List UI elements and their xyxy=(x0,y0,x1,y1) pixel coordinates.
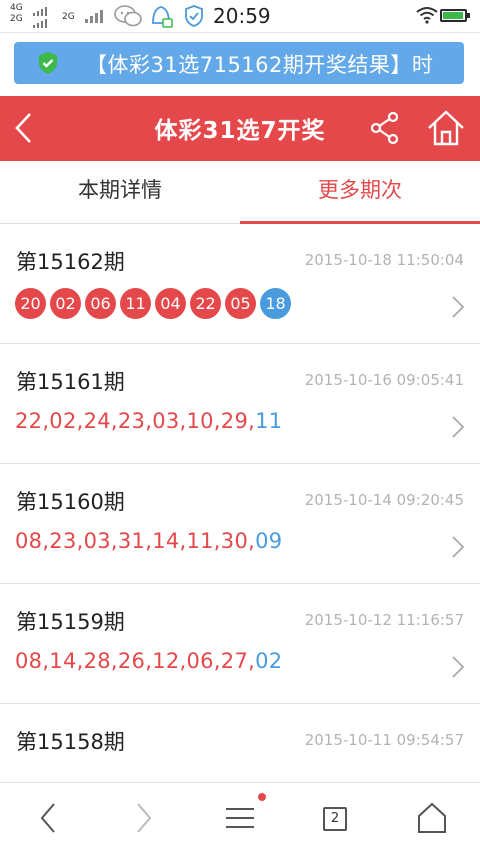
draw-time: 2015-10-11 09:54:57 xyxy=(304,731,464,749)
draw-period: 第15162期 xyxy=(16,250,125,274)
home-nav-icon[interactable] xyxy=(416,801,448,839)
draw-numbers: 22,02,24,23,03,10,29,11 xyxy=(15,409,282,433)
draw-number-balls: 20 02 06 11 04 22 05 18 xyxy=(15,288,295,319)
draw-time: 2015-10-12 11:16:57 xyxy=(304,611,464,629)
back-icon[interactable] xyxy=(36,801,60,839)
notification-banner[interactable]: 【体彩31选715162期开奖结果】时 xyxy=(14,42,464,84)
home-icon[interactable] xyxy=(426,108,466,152)
status-bar: 4G 2G 2G 20:59 xyxy=(0,0,480,33)
tab-more-periods[interactable]: 更多期次 xyxy=(240,161,480,224)
draw-period: 第15160期 xyxy=(16,490,125,514)
notification-app-icon xyxy=(148,3,174,33)
draw-period: 第15158期 xyxy=(16,730,125,754)
wifi-icon xyxy=(416,6,438,28)
draw-period: 第15161期 xyxy=(16,370,125,394)
bottom-nav: 2 xyxy=(0,782,480,855)
chevron-right-icon xyxy=(450,654,466,684)
list-item[interactable]: 第15161期 2015-10-16 09:05:41 22,02,24,23,… xyxy=(0,344,480,464)
clock: 20:59 xyxy=(213,4,271,28)
red-numbers: 22,02,24,23,03,10,29, xyxy=(15,409,256,433)
tab-bar: 本期详情 更多期次 xyxy=(0,161,480,224)
chevron-right-icon xyxy=(450,414,466,444)
red-ball: 02 xyxy=(50,288,81,319)
battery-icon xyxy=(440,9,470,22)
page-title: 体彩31选7开奖 xyxy=(154,118,326,144)
blue-number: 11 xyxy=(255,409,283,433)
red-ball: 04 xyxy=(155,288,186,319)
menu-notification-dot xyxy=(258,793,266,801)
signal-sim2: 2G xyxy=(62,12,75,23)
network-type-label-3: 2G xyxy=(62,12,75,22)
chevron-right-icon xyxy=(450,294,466,324)
blue-number: 02 xyxy=(255,649,283,673)
draw-time: 2015-10-18 11:50:04 xyxy=(304,251,464,269)
red-ball: 22 xyxy=(190,288,221,319)
banner-text: 【体彩31选715162期开奖结果】时 xyxy=(86,53,434,77)
blue-number: 09 xyxy=(255,529,283,553)
red-numbers: 08,23,03,31,14,11,30, xyxy=(15,529,256,553)
list-item[interactable]: 第15160期 2015-10-14 09:20:45 08,23,03,31,… xyxy=(0,464,480,584)
draw-numbers: 08,14,28,26,12,06,27,02 xyxy=(15,649,282,673)
app-header: 体彩31选7开奖 xyxy=(0,96,480,161)
tabs-icon[interactable]: 2 xyxy=(323,807,347,831)
signal-bars-icon xyxy=(32,6,52,32)
draw-time: 2015-10-16 09:05:41 xyxy=(304,371,464,389)
security-shield-icon xyxy=(184,5,204,31)
list-item[interactable]: 第15159期 2015-10-12 11:16:57 08,14,28,26,… xyxy=(0,584,480,704)
network-type-label-2: 2G xyxy=(10,14,23,24)
share-icon[interactable] xyxy=(368,110,402,150)
red-ball: 06 xyxy=(85,288,116,319)
draw-numbers: 08,23,03,31,14,11,30,09 xyxy=(15,529,282,553)
red-ball: 05 xyxy=(225,288,256,319)
chevron-right-icon xyxy=(450,534,466,564)
draw-time: 2015-10-14 09:20:45 xyxy=(304,491,464,509)
forward-icon[interactable] xyxy=(132,801,156,839)
menu-icon[interactable] xyxy=(224,801,256,839)
network-type-label: 4G xyxy=(10,3,23,13)
tab-current-details[interactable]: 本期详情 xyxy=(0,161,240,223)
red-ball: 11 xyxy=(120,288,151,319)
list-item[interactable]: 第15158期 2015-10-11 09:54:57 xyxy=(0,704,480,782)
red-ball: 20 xyxy=(15,288,46,319)
battery-level xyxy=(443,12,463,19)
draw-list: 第15162期 2015-10-18 11:50:04 20 02 06 11 04 22… xyxy=(0,224,480,782)
signal-sim1: 4G 2G xyxy=(10,3,23,25)
red-numbers: 08,14,28,26,12,06,27, xyxy=(15,649,256,673)
verified-shield-icon xyxy=(36,51,60,79)
blue-ball: 18 xyxy=(260,288,291,319)
draw-period: 第15159期 xyxy=(16,610,125,634)
list-item[interactable]: 第15162期 2015-10-18 11:50:04 20 02 06 11 04 22… xyxy=(0,224,480,344)
wechat-icon xyxy=(114,5,142,31)
battery-tip xyxy=(467,13,470,18)
signal-bars-2-icon xyxy=(84,8,106,28)
